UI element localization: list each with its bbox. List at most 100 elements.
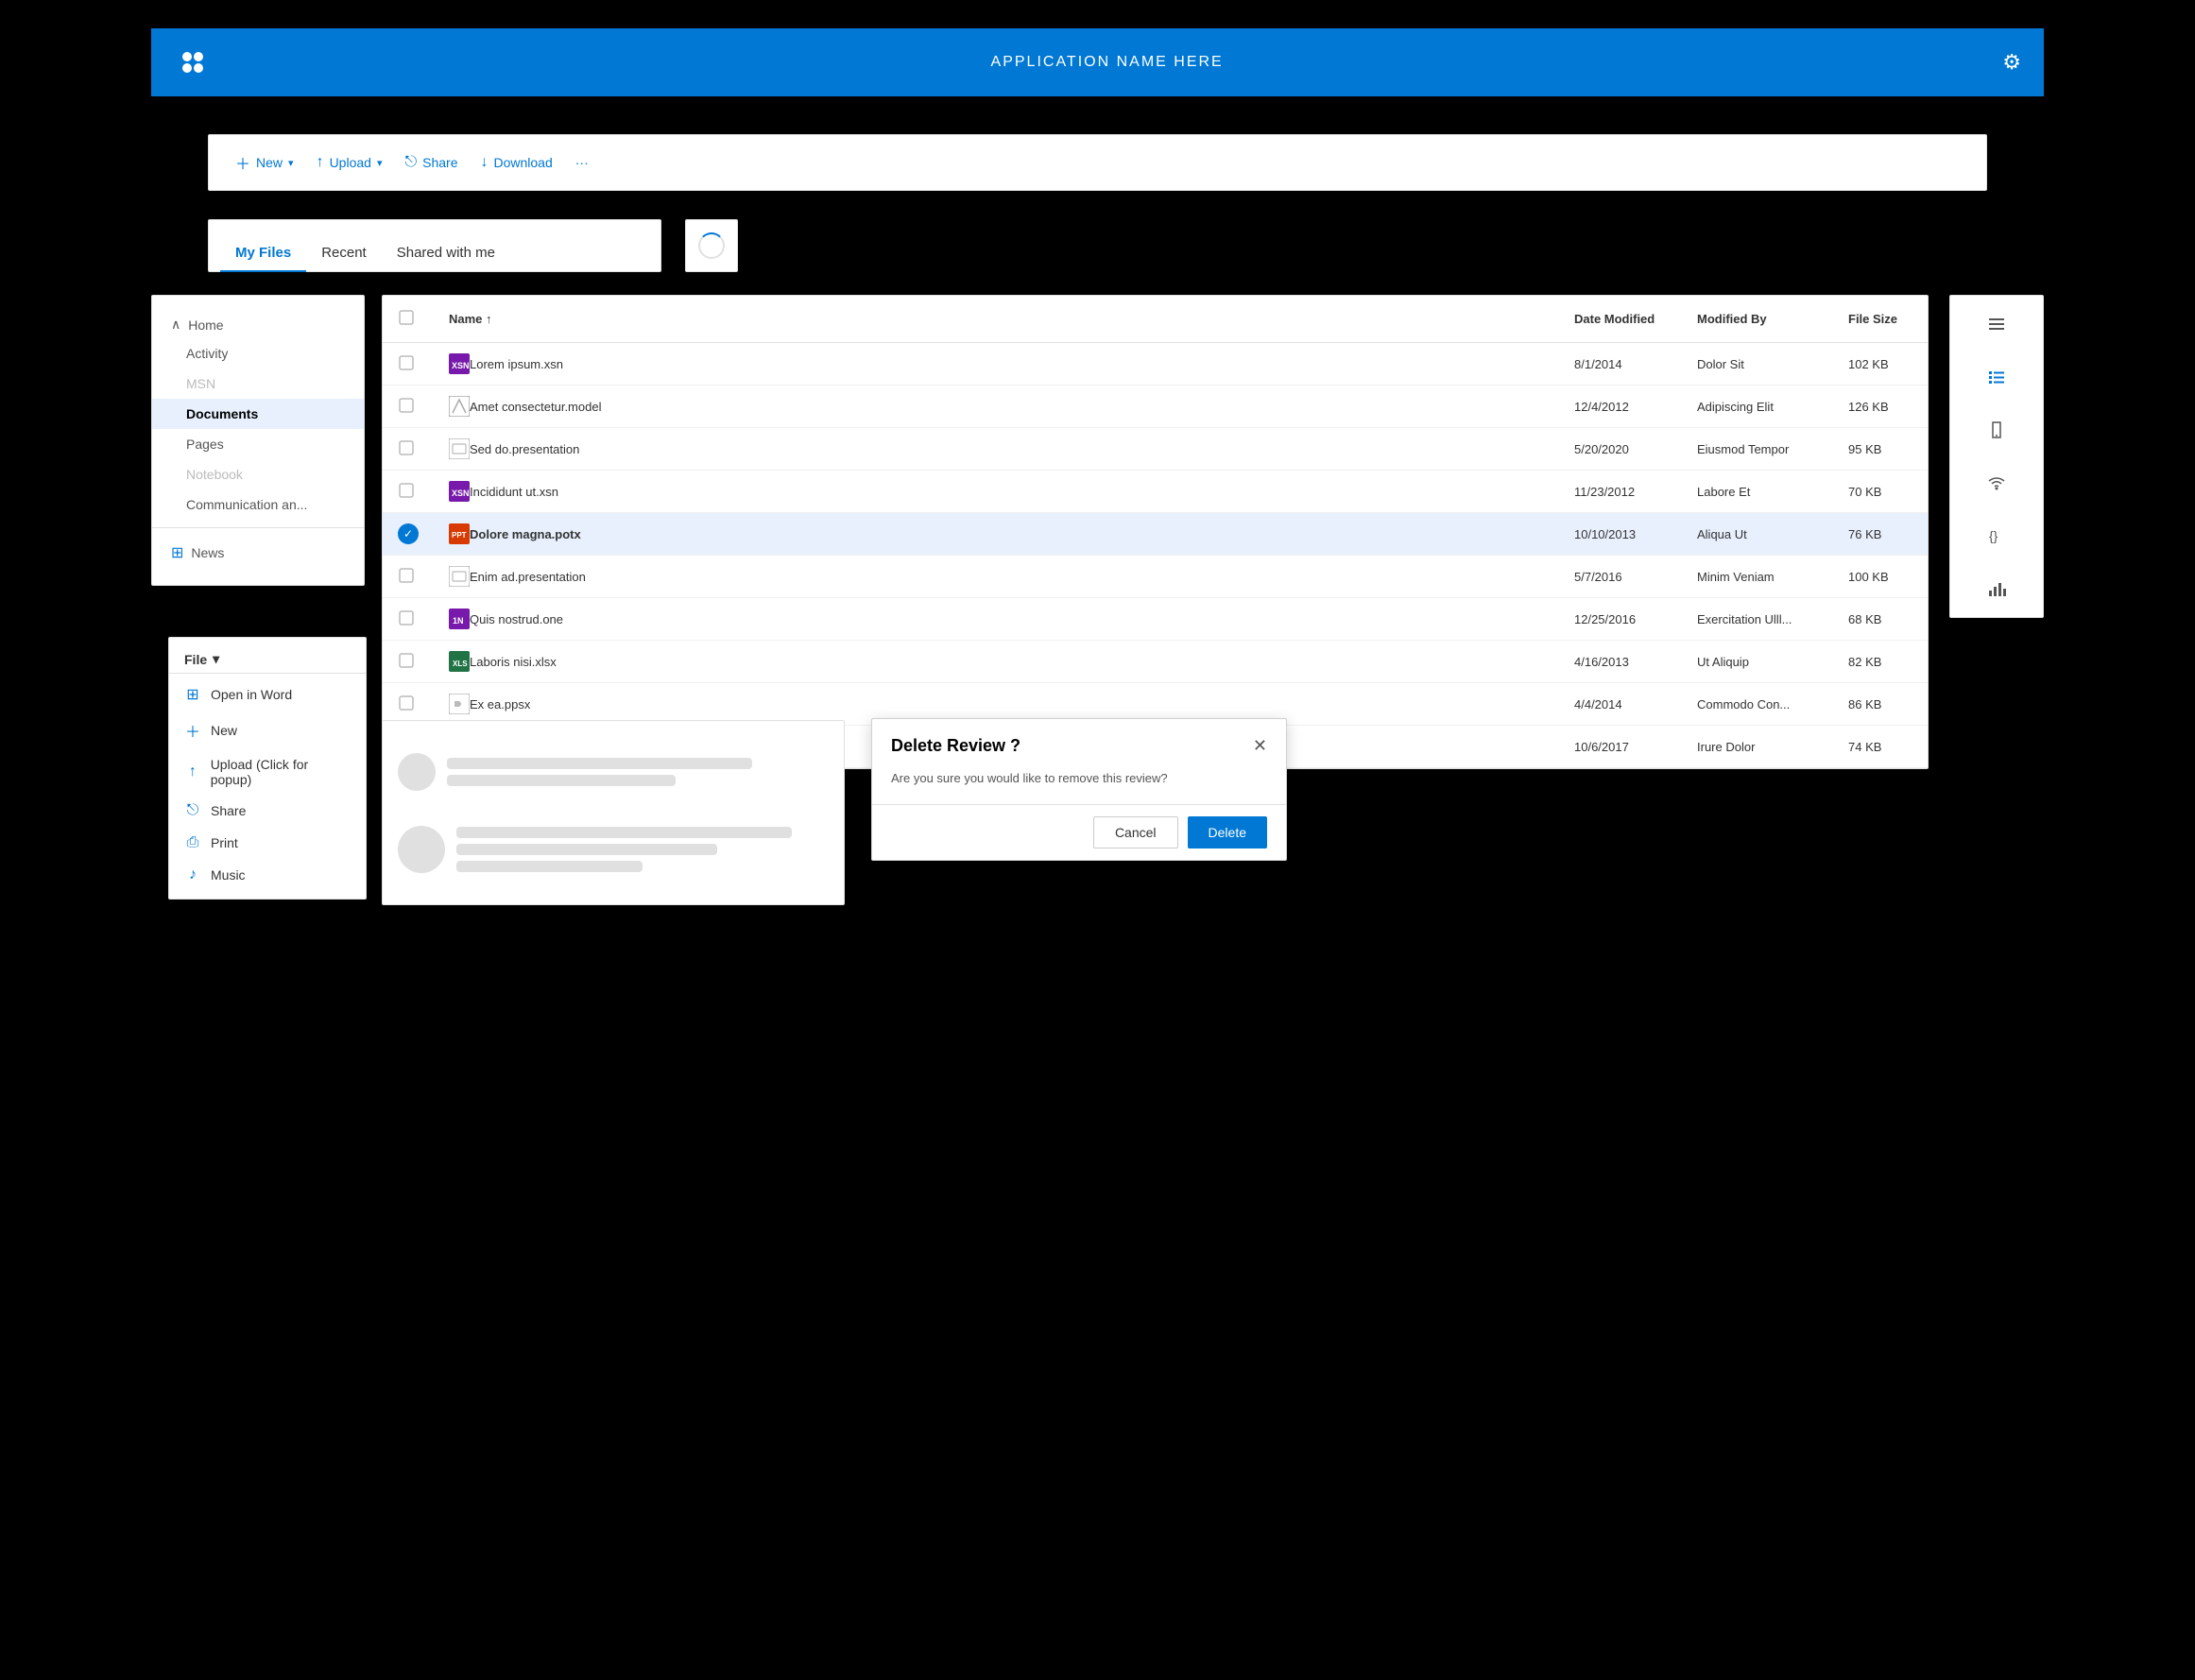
context-menu: File ▾ ⊞ Open in Word ＋ New ↑ Upload (Cl…: [168, 637, 367, 900]
preview-avatar-1: [398, 753, 436, 791]
dialog-header: Delete Review ? ✕: [872, 719, 1286, 763]
row-checkbox[interactable]: [383, 343, 434, 386]
row-size: 76 KB: [1833, 513, 1928, 556]
row-checkbox[interactable]: [383, 683, 434, 726]
new-label: New: [256, 155, 283, 170]
dialog-close-button[interactable]: ✕: [1253, 736, 1267, 756]
preview-line-1b: [447, 775, 676, 786]
col-date[interactable]: Date Modified: [1559, 296, 1682, 343]
context-menu-print[interactable]: ⎙ Print: [169, 827, 366, 859]
svg-text:XSN: XSN: [452, 489, 470, 498]
row-checkbox[interactable]: [383, 598, 434, 641]
preview-line-2a: [456, 827, 792, 838]
row-name[interactable]: XSNIncididunt ut.xsn: [434, 471, 1559, 513]
row-date: 10/6/2017: [1559, 726, 1682, 768]
menu-lines-icon[interactable]: [1980, 307, 2014, 341]
upload-button[interactable]: ↑ Upload ▾: [309, 148, 390, 177]
row-checkbox[interactable]: [383, 641, 434, 683]
sidebar-item-msn: MSN: [152, 369, 364, 399]
app-logo: [174, 43, 212, 81]
table-row[interactable]: Enim ad.presentation5/7/2016Minim Veniam…: [383, 556, 1928, 598]
sidebar-item-documents[interactable]: Documents: [152, 399, 364, 429]
table-row[interactable]: XLSLaboris nisi.xlsx4/16/2013Ut Aliquip8…: [383, 641, 1928, 683]
row-date: 5/20/2020: [1559, 428, 1682, 471]
row-modby: Commodo Con...: [1682, 683, 1833, 726]
sidebar-item-notebook: Notebook: [152, 459, 364, 489]
row-name[interactable]: XSNLorem ipsum.xsn: [434, 343, 1559, 386]
tab-shared-with-me[interactable]: Shared with me: [382, 235, 510, 272]
row-modby: Eiusmod Tempor: [1682, 428, 1833, 471]
row-checkbox[interactable]: [383, 386, 434, 428]
settings-icon[interactable]: ⚙: [2002, 50, 2021, 75]
context-menu-open-word[interactable]: ⊞ Open in Word: [169, 677, 366, 711]
check-icon: ✓: [398, 523, 419, 544]
print-icon: ⎙: [184, 834, 201, 851]
context-menu-header[interactable]: File ▾: [169, 645, 366, 674]
row-name[interactable]: Enim ad.presentation: [434, 556, 1559, 598]
row-name[interactable]: XLSLaboris nisi.xlsx: [434, 641, 1559, 683]
sidebar-item-communication[interactable]: Communication an...: [152, 489, 364, 520]
upload-chevron-icon: ▾: [377, 157, 383, 169]
loading-spinner-box: [685, 219, 738, 272]
col-checkbox: [383, 296, 434, 343]
table-row[interactable]: Amet consectetur.model12/4/2012Adipiscin…: [383, 386, 1928, 428]
sidebar-home-label: Home: [188, 317, 223, 333]
code-braces-icon[interactable]: {}: [1980, 519, 2014, 553]
col-name[interactable]: Name ↑: [434, 296, 1559, 343]
tabs-bar: My Files Recent Shared with me: [208, 219, 661, 272]
new-chevron-icon: ▾: [288, 157, 294, 169]
sidebar-item-pages[interactable]: Pages: [152, 429, 364, 459]
chart-icon[interactable]: [1980, 572, 2014, 606]
right-icons-panel: {}: [1949, 295, 2044, 618]
row-name[interactable]: 1NQuis nostrud.one: [434, 598, 1559, 641]
dialog-title: Delete Review ?: [891, 736, 1020, 756]
row-checkbox[interactable]: [383, 471, 434, 513]
sidebar-item-activity[interactable]: Activity: [152, 338, 364, 369]
context-menu-new[interactable]: ＋ New: [169, 711, 366, 749]
col-modby[interactable]: Modified By: [1682, 296, 1833, 343]
svg-text:XLS: XLS: [453, 660, 468, 668]
upload-small-icon: ↑: [184, 763, 201, 780]
row-checkbox[interactable]: [383, 428, 434, 471]
list-detail-icon[interactable]: [1980, 360, 2014, 394]
share-icon: ⎋: [404, 154, 417, 171]
more-button[interactable]: ···: [568, 149, 596, 176]
plus-icon: ＋: [235, 151, 250, 174]
wifi-icon[interactable]: [1980, 466, 2014, 500]
tab-my-files[interactable]: My Files: [220, 235, 306, 272]
delete-button[interactable]: Delete: [1188, 816, 1267, 849]
context-menu-music[interactable]: ♪ Music: [169, 859, 366, 891]
row-date: 12/4/2012: [1559, 386, 1682, 428]
row-name[interactable]: PPTDolore magna.potx: [434, 513, 1559, 556]
row-name[interactable]: Amet consectetur.model: [434, 386, 1559, 428]
share-button[interactable]: ⎋ Share: [397, 148, 465, 177]
table-row[interactable]: ✓PPTDolore magna.potx10/10/2013Aliqua Ut…: [383, 513, 1928, 556]
context-menu-share[interactable]: ⎋ Share: [169, 795, 366, 827]
col-size[interactable]: File Size: [1833, 296, 1928, 343]
more-icon: ···: [575, 155, 589, 170]
context-menu-upload[interactable]: ↑ Upload (Click for popup): [169, 749, 366, 795]
sidebar-item-news[interactable]: ⊞ News: [152, 536, 364, 570]
download-button[interactable]: ↓ Download: [472, 148, 559, 177]
table-row[interactable]: XSNIncididunt ut.xsn11/23/2012Labore Et7…: [383, 471, 1928, 513]
cancel-button[interactable]: Cancel: [1093, 816, 1178, 849]
row-checkbox[interactable]: ✓: [383, 513, 434, 556]
row-checkbox[interactable]: [383, 556, 434, 598]
row-date: 10/10/2013: [1559, 513, 1682, 556]
table-row[interactable]: Sed do.presentation5/20/2020Eiusmod Temp…: [383, 428, 1928, 471]
table-row[interactable]: XSNLorem ipsum.xsn8/1/2014Dolor Sit102 K…: [383, 343, 1928, 386]
app-title: APPLICATION NAME HERE: [991, 54, 1224, 71]
preview-row-1: [398, 753, 829, 791]
phone-icon[interactable]: [1980, 413, 2014, 447]
row-name[interactable]: Sed do.presentation: [434, 428, 1559, 471]
sidebar-home[interactable]: ∧ Home: [152, 311, 364, 338]
dialog-footer: Cancel Delete: [872, 804, 1286, 860]
chevron-up-icon: ∧: [171, 317, 180, 333]
new-button[interactable]: ＋ New ▾: [228, 146, 301, 180]
tab-recent[interactable]: Recent: [306, 235, 382, 272]
row-modby: Adipiscing Elit: [1682, 386, 1833, 428]
row-modby: Minim Veniam: [1682, 556, 1833, 598]
preview-row-2: [398, 826, 829, 873]
table-row[interactable]: 1NQuis nostrud.one12/25/2016Exercitation…: [383, 598, 1928, 641]
file-label: File: [184, 652, 207, 667]
